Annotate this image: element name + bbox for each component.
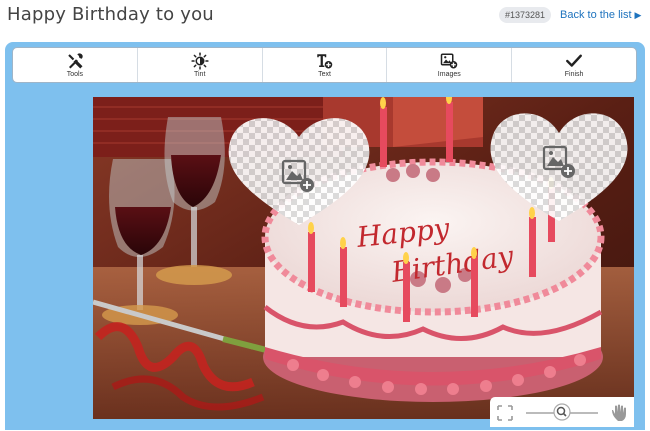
page-title: Happy Birthday to you [7, 4, 214, 25]
pan-hand-icon[interactable] [612, 404, 626, 422]
tools-label: Tools [66, 71, 84, 78]
back-to-list-link[interactable]: Back to the list ▶ [560, 9, 641, 21]
tools-button[interactable]: Tools [13, 48, 138, 82]
id-badge: #1373281 [499, 7, 552, 23]
tint-label: Tint [193, 71, 206, 78]
finish-button[interactable]: Finish [512, 48, 636, 82]
tools-icon [68, 53, 83, 69]
finish-label: Finish [564, 71, 584, 78]
images-button[interactable]: Images [387, 48, 513, 82]
photo-canvas[interactable]: Happy Birthday [93, 97, 634, 419]
tint-button[interactable]: Tint [138, 48, 263, 82]
page-header: Happy Birthday to you #1373281 Back to t… [0, 0, 650, 36]
fullscreen-icon[interactable] [497, 405, 513, 421]
play-arrow-icon: ▶ [634, 10, 642, 20]
editor-toolbar: Tools Tint Text Images Finish [12, 47, 637, 83]
images-label: Images [437, 71, 461, 78]
text-button[interactable]: Text [263, 48, 388, 82]
text-add-icon [317, 54, 333, 69]
image-add-icon [441, 53, 458, 69]
birthday-cake-photo: Happy Birthday [93, 97, 634, 419]
text-label: Text [318, 71, 331, 78]
back-link-label: Back to the list [560, 9, 632, 21]
tint-icon [191, 52, 209, 70]
checkmark-icon [566, 54, 583, 67]
zoom-controls [490, 397, 634, 427]
zoom-slider[interactable] [526, 403, 598, 421]
